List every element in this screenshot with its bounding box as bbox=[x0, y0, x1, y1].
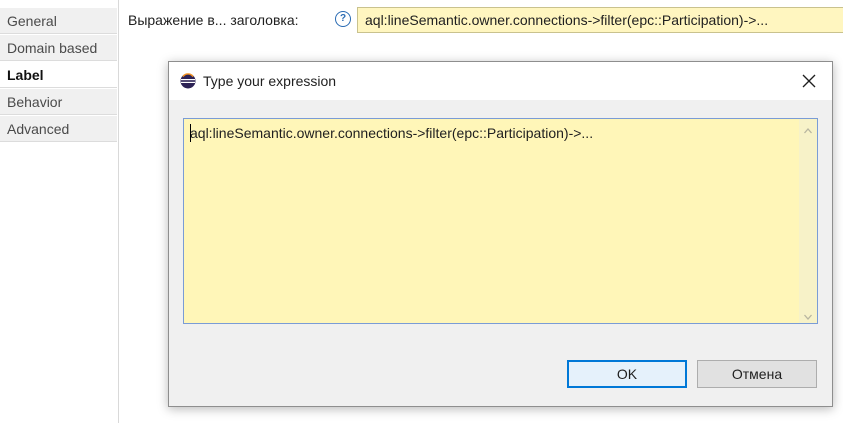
expression-textarea[interactable]: aql:lineSemantic.owner.connections->filt… bbox=[183, 118, 818, 324]
scroll-up-icon[interactable] bbox=[803, 123, 813, 134]
close-icon[interactable] bbox=[794, 66, 824, 96]
text-caret bbox=[190, 124, 191, 142]
ok-button[interactable]: OK bbox=[567, 360, 687, 388]
tab-advanced[interactable]: Advanced bbox=[0, 116, 117, 142]
help-icon[interactable]: ? bbox=[335, 11, 351, 27]
label-expression-label: Выражение в... заголовка: bbox=[128, 12, 299, 28]
tab-domain-based[interactable]: Domain based bbox=[0, 35, 117, 61]
cancel-button[interactable]: Отмена bbox=[697, 360, 817, 388]
vertical-scrollbar[interactable] bbox=[799, 119, 817, 323]
property-tabs: General Domain based Label Behavior Adva… bbox=[0, 0, 119, 423]
dialog-title: Type your expression bbox=[203, 73, 337, 89]
tab-behavior[interactable]: Behavior bbox=[0, 89, 117, 115]
eclipse-icon bbox=[180, 73, 196, 89]
tab-label[interactable]: Label bbox=[0, 62, 117, 88]
label-expression-field[interactable]: aql:lineSemantic.owner.connections->filt… bbox=[357, 7, 843, 33]
tab-general[interactable]: General bbox=[0, 8, 117, 34]
scroll-down-icon[interactable] bbox=[803, 309, 813, 320]
properties-view: General Domain based Label Behavior Adva… bbox=[0, 0, 843, 423]
expression-text: aql:lineSemantic.owner.connections->filt… bbox=[190, 125, 594, 141]
expression-dialog: Type your expression aql:lineSemantic.ow… bbox=[168, 61, 833, 407]
dialog-titlebar[interactable]: Type your expression bbox=[169, 62, 832, 100]
